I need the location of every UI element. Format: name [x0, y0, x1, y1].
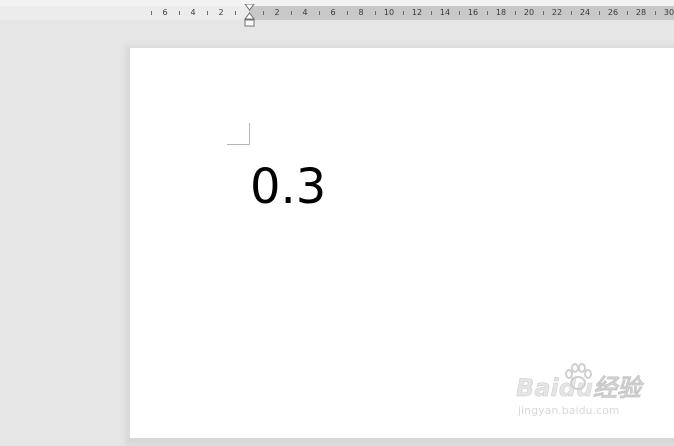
ruler-tick-label: 16: [467, 8, 479, 17]
ruler-tick-label: 8: [358, 8, 364, 17]
ruler-tick-mark: [151, 11, 152, 15]
ruler-tick-mark: [487, 11, 488, 15]
ruler-tick-mark: [655, 11, 656, 15]
ruler-tick-mark: [403, 11, 404, 15]
ruler-tick-mark: [543, 11, 544, 15]
ruler-tick-mark: [235, 11, 236, 15]
ruler-tick-label: 24: [579, 8, 591, 17]
ruler-tick-mark: [515, 11, 516, 15]
ruler-tick-label: 30: [663, 8, 674, 17]
ruler-tick-label: 2: [218, 8, 224, 17]
ruler-tick-mark: [291, 11, 292, 15]
paw-icon: [565, 363, 592, 390]
ruler-tick-label: 4: [302, 8, 308, 17]
ruler-tick-mark: [319, 11, 320, 15]
ruler-tick-mark: [627, 11, 628, 15]
ruler-margin-area: [0, 6, 249, 20]
ruler-tick-label: 14: [439, 8, 451, 17]
ruler-tick-mark: [179, 11, 180, 15]
ruler-tick-label: 6: [162, 8, 168, 17]
ruler-tick-label: 4: [190, 8, 196, 17]
horizontal-ruler[interactable]: 6 4 2 2 4 6 8 10 12 14 16 18 20 22 24 26 28 30: [0, 6, 674, 20]
watermark-url: jingyan.baidu.com: [518, 404, 620, 417]
ruler-tick-mark: [431, 11, 432, 15]
ruler-tick-label: 10: [383, 8, 395, 17]
ruler-tick-label: 26: [607, 8, 619, 17]
ruler-tick-mark: [599, 11, 600, 15]
ruler-tick-mark: [263, 11, 264, 15]
ruler-tick-label: 28: [635, 8, 647, 17]
margin-corner-mark: [227, 123, 250, 145]
ruler-tick-label: 20: [523, 8, 535, 17]
ruler-tick-mark: [459, 11, 460, 15]
ruler-tick-label: 2: [274, 8, 280, 17]
ruler-tick-label: 22: [551, 8, 563, 17]
indent-marker-icon[interactable]: [244, 4, 255, 28]
ruler-tick-label: 18: [495, 8, 507, 17]
baidu-watermark: Baidu经验 jingyan.baidu.com: [516, 362, 641, 422]
ruler-tick-mark: [347, 11, 348, 15]
ruler-tick-mark: [571, 11, 572, 15]
document-text[interactable]: 0.3: [250, 155, 326, 219]
ruler-tick-label: 12: [411, 8, 423, 17]
ruler-tick-mark: [207, 11, 208, 15]
ruler-tick-label: 6: [330, 8, 336, 17]
ruler-tick-mark: [375, 11, 376, 15]
